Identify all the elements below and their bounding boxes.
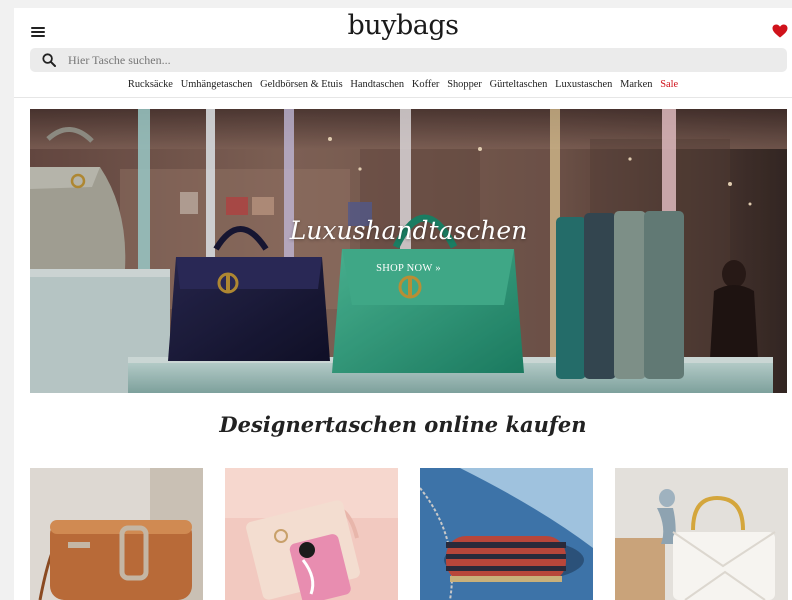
tan-camera-bag-image <box>30 468 203 600</box>
hero-title: Luxushandtaschen <box>289 216 528 245</box>
search-input[interactable] <box>68 50 768 70</box>
category-tile-4[interactable] <box>615 468 788 600</box>
nav-divider <box>14 97 792 98</box>
white-quilted-handbag-image <box>615 468 788 600</box>
category-tile-2[interactable] <box>225 468 398 600</box>
search-bar <box>30 48 787 72</box>
category-tile-3[interactable] <box>420 468 593 600</box>
nav-item-guerteltaschen[interactable]: Gürteltaschen <box>490 79 548 90</box>
heart-icon[interactable] <box>772 24 788 38</box>
logo[interactable]: buybags <box>14 10 792 41</box>
category-tile-1[interactable] <box>30 468 203 600</box>
nav-item-marken[interactable]: Marken <box>620 79 652 90</box>
nav-item-shopper[interactable]: Shopper <box>447 79 482 90</box>
hero-shop-now-link[interactable]: SHOP NOW » <box>30 263 787 274</box>
nav-item-umhaengetaschen[interactable]: Umhängetaschen <box>181 79 253 90</box>
nav-item-handtaschen[interactable]: Handtaschen <box>350 79 404 90</box>
nav-item-geldboersen-etuis[interactable]: Geldbörsen & Etuis <box>260 79 343 90</box>
nav-item-koffer[interactable]: Koffer <box>412 79 440 90</box>
page: buybags Rucksäcke Umhängetaschen Geldbör… <box>14 8 792 600</box>
nav-item-rucksaecke[interactable]: Rucksäcke <box>128 79 173 90</box>
category-nav: Rucksäcke Umhängetaschen Geldbörsen & Et… <box>14 79 792 90</box>
nav-item-sale[interactable]: Sale <box>660 79 678 90</box>
hero-banner[interactable]: Luxushandtaschen SHOP NOW » <box>30 109 787 393</box>
pink-flamingo-clutch-image <box>225 468 398 600</box>
hero-image <box>30 109 787 393</box>
striped-minaudiere-image <box>420 468 593 600</box>
nav-item-luxustaschen[interactable]: Luxustaschen <box>555 79 612 90</box>
search-icon[interactable] <box>42 53 56 67</box>
section-title: Designertaschen online kaufen <box>219 412 587 437</box>
